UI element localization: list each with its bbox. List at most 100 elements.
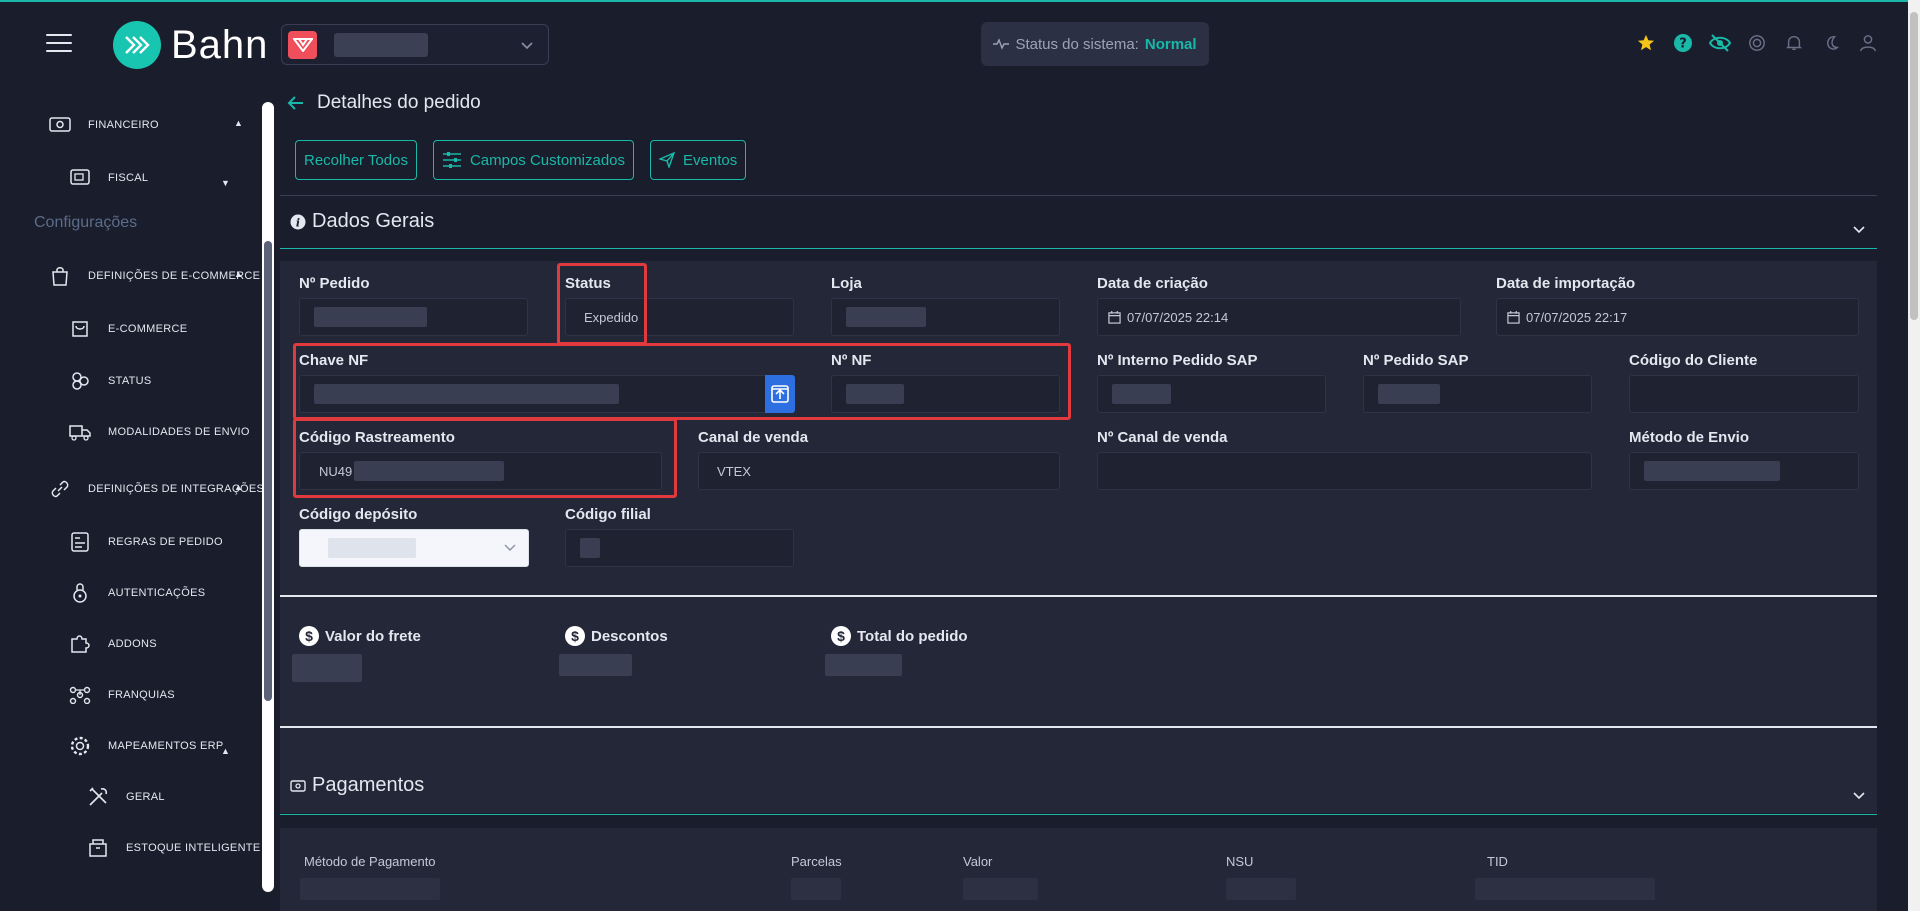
order-no-field[interactable] [299, 298, 528, 336]
general-data-panel: Nº Pedido Status Expedido Loja Data de c… [280, 261, 1877, 813]
sidebar-item-integration-definitions[interactable]: Definições de integrações [48, 477, 264, 501]
status-field[interactable]: Expedido [565, 298, 794, 336]
menu-toggle-icon[interactable] [46, 34, 72, 54]
section-underline [280, 814, 1877, 815]
section-general-header[interactable]: i Dados Gerais [290, 210, 434, 233]
brand-mark-icon [113, 21, 161, 69]
sidebar-item-ecommerce-definitions[interactable]: Definições de E-commerce [48, 264, 260, 288]
sales-channel-no-field[interactable] [1097, 452, 1592, 490]
sidebar-item-shipping-methods[interactable]: Modalidades de envio [68, 420, 250, 444]
page-scrollbar-thumb[interactable] [1910, 12, 1918, 320]
redacted-value [314, 307, 427, 327]
store-selector[interactable] [281, 24, 549, 65]
brand-logo[interactable]: Bahn [113, 21, 268, 69]
redacted-value [1475, 878, 1655, 900]
caret-up-icon[interactable]: ▲ [234, 269, 243, 279]
user-icon[interactable] [1856, 31, 1880, 55]
sales-channel-value: VTEX [717, 463, 751, 479]
sidebar-item-addons[interactable]: Addons [68, 632, 157, 656]
warehouse-select[interactable] [299, 529, 529, 567]
import-date-field[interactable]: 07/07/2025 22:17 [1496, 298, 1859, 336]
redacted-value [963, 878, 1038, 900]
svg-text:?: ? [1679, 37, 1687, 52]
events-button[interactable]: Eventos [650, 140, 747, 180]
caret-down-icon[interactable]: ▼ [221, 178, 230, 188]
sales-channel-field[interactable]: VTEX [698, 452, 1060, 490]
shopping-bag-icon [48, 264, 72, 288]
custom-fields-button[interactable]: Campos Customizados [432, 140, 635, 180]
basket-icon [68, 317, 92, 341]
section-payments-title: Pagamentos [312, 774, 425, 796]
back-link[interactable]: Detalhes do pedido [287, 92, 481, 114]
eye-off-icon[interactable] [1708, 31, 1732, 55]
arrow-left-icon [287, 96, 303, 110]
nf-key-field[interactable] [299, 375, 774, 413]
created-date-field[interactable]: 07/07/2025 22:14 [1097, 298, 1461, 336]
freight-label: $ Valor do frete [299, 626, 421, 646]
payments-panel: Método de Pagamento Parcelas Valor NSU T… [280, 828, 1877, 911]
col-nsu: NSU [1226, 854, 1254, 869]
sidebar-item-label: Estoque inteligente [126, 842, 261, 854]
nf-no-field[interactable] [831, 375, 1060, 413]
order-no-label: Nº Pedido [299, 275, 370, 292]
main-content: Detalhes do pedido Recolher Todos Campos… [279, 86, 1878, 911]
chevron-down-icon[interactable] [1852, 222, 1866, 240]
send-icon [659, 152, 676, 168]
discounts-label: $ Descontos [565, 626, 668, 646]
caret-up-icon[interactable]: ▲ [221, 746, 230, 756]
sidebar-item-label: Regras de pedido [108, 536, 223, 548]
open-external-icon [771, 385, 789, 403]
col-installments: Parcelas [791, 854, 842, 869]
section-payments-header[interactable]: Pagamentos [290, 774, 424, 797]
store-label: Loja [831, 275, 862, 292]
sidebar-item-financeiro[interactable]: Financeiro [48, 113, 159, 137]
sap-internal-field[interactable] [1097, 375, 1326, 413]
tracking-value: NU49 [319, 463, 353, 479]
tracking-field[interactable]: NU49 [299, 452, 662, 490]
sidebar-item-fiscal[interactable]: Fiscal [68, 166, 148, 190]
warehouse-label: Código depósito [299, 506, 418, 523]
bell-icon[interactable] [1782, 31, 1806, 55]
branch-field[interactable] [565, 529, 794, 567]
sidebar-item-smart-stock[interactable]: Estoque inteligente [86, 836, 260, 860]
nf-no-label: Nº NF [831, 352, 872, 369]
nf-key-label: Chave NF [299, 352, 369, 369]
dollar-icon: $ [565, 626, 585, 646]
col-tid: TID [1487, 854, 1508, 869]
sidebar-item-order-rules[interactable]: Regras de pedido [68, 530, 223, 554]
caret-up-icon[interactable]: ▲ [234, 482, 243, 492]
circles-icon [68, 369, 92, 393]
sidebar-scrollbar-thumb[interactable] [264, 241, 272, 701]
sidebar-item-franchises[interactable]: Franquias [68, 683, 175, 707]
star-icon[interactable] [1634, 31, 1658, 55]
order-total-label-text: Total do pedido [857, 627, 968, 645]
sidebar-item-label: E-commerce [108, 323, 188, 335]
sidebar-item-authentications[interactable]: Autenticações [68, 581, 205, 605]
system-status-label: Status do sistema: [1015, 35, 1139, 53]
open-nf-button[interactable] [765, 375, 795, 413]
collapse-all-button[interactable]: Recolher Todos [295, 140, 417, 180]
sidebar-item-erp-mappings[interactable]: Mapeamentos ERP [68, 734, 224, 758]
client-code-label: Código do Cliente [1629, 352, 1758, 369]
shipping-method-field[interactable] [1629, 452, 1859, 490]
sap-order-field[interactable] [1363, 375, 1592, 413]
status-value: Expedido [584, 309, 639, 325]
sap-internal-label: Nº Interno Pedido SAP [1097, 352, 1258, 369]
truck-icon [68, 420, 92, 444]
help-icon[interactable]: ? [1671, 31, 1695, 55]
caret-up-icon[interactable]: ▲ [234, 118, 243, 128]
rules-icon [68, 530, 92, 554]
sidebar-item-ecommerce[interactable]: E-commerce [68, 317, 187, 341]
sidebar-item-status[interactable]: Status [68, 369, 152, 393]
moon-icon[interactable] [1819, 31, 1843, 55]
sidebar: Financeiro ▲ Fiscal ▼ Configurações Defi… [0, 86, 276, 911]
created-date-value: 07/07/2025 22:14 [1127, 309, 1229, 325]
sales-channel-label: Canal de venda [698, 429, 809, 446]
system-status: Status do sistema: Normal [981, 22, 1209, 66]
store-field[interactable] [831, 298, 1060, 336]
support-icon[interactable] [1745, 31, 1769, 55]
sidebar-item-general[interactable]: Geral [86, 785, 165, 809]
chevron-down-icon[interactable] [1852, 788, 1866, 806]
client-code-field[interactable] [1629, 375, 1859, 413]
redacted-value [580, 538, 600, 558]
